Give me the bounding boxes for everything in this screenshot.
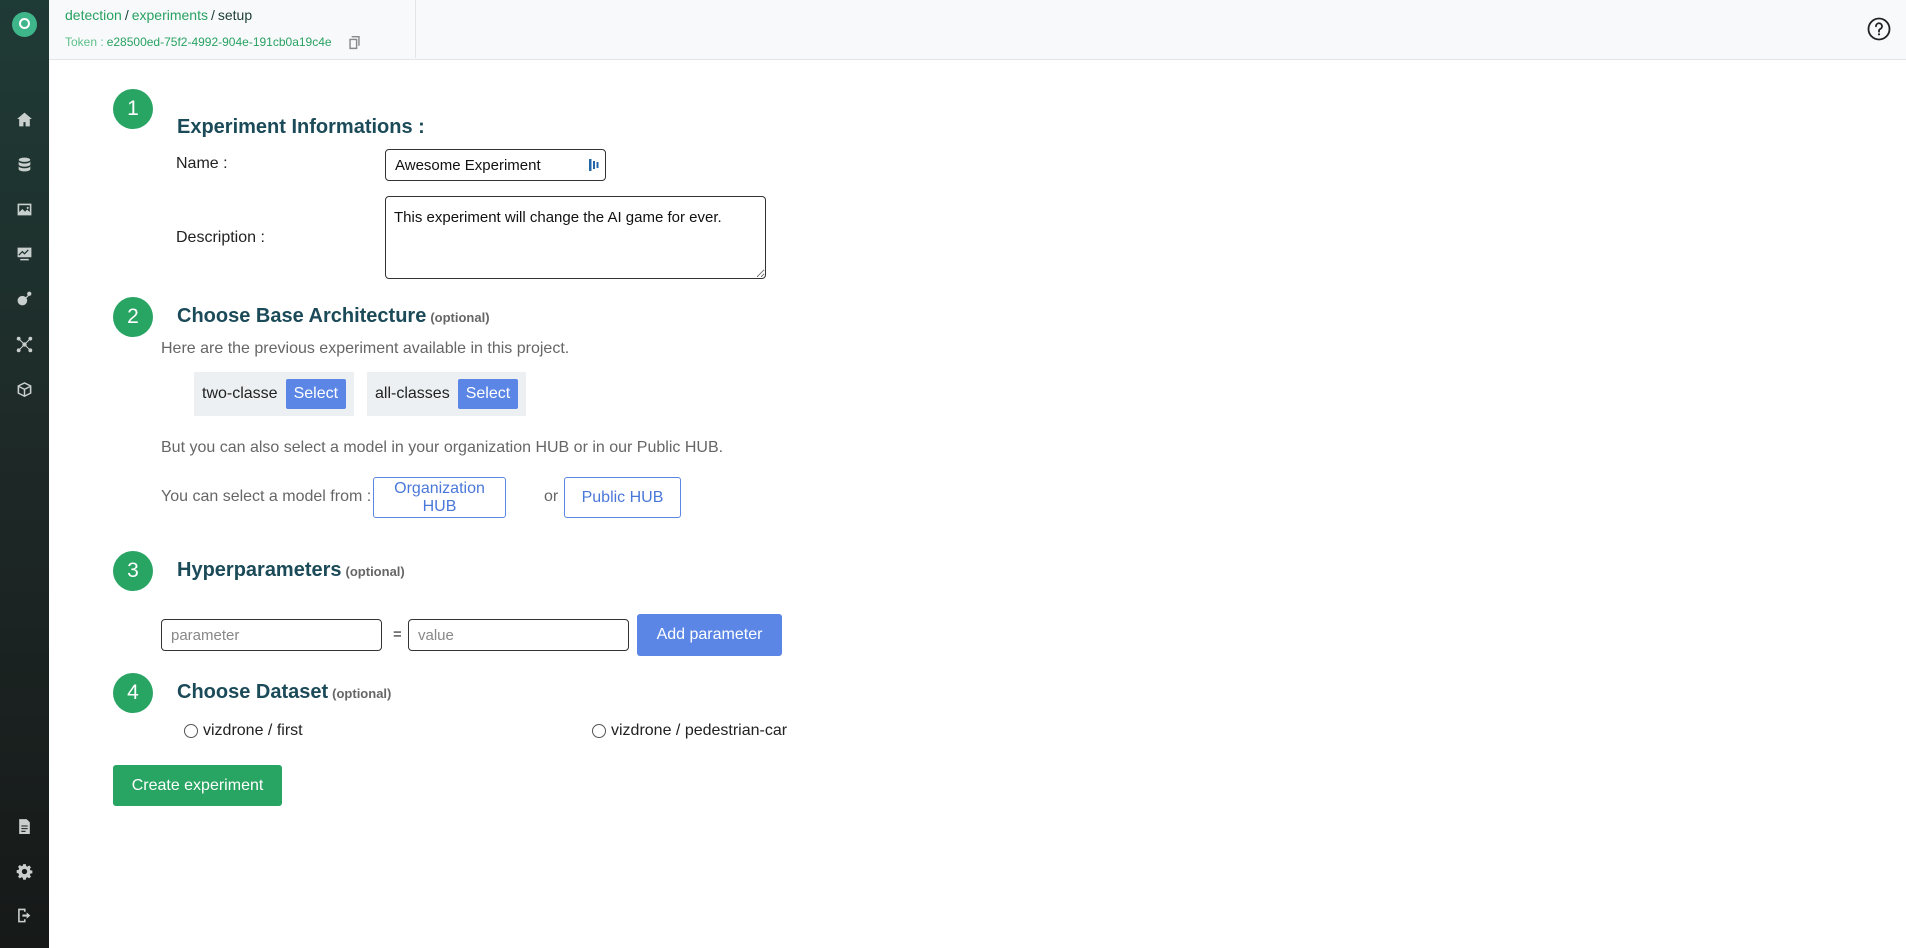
experiment-name: all-classes [375,385,450,402]
breadcrumb-separator: / [210,7,215,23]
optional-tag: (optional) [332,686,392,701]
create-experiment-button[interactable]: Create experiment [113,765,282,806]
hub-info-text: But you can also select a model in your … [161,439,724,456]
breadcrumb-link-detection[interactable]: detection [65,7,122,23]
organization-hub-button[interactable]: Organization HUB [373,477,506,518]
help-icon[interactable] [1867,17,1891,41]
password-manager-icon[interactable] [589,158,601,172]
add-parameter-button[interactable]: Add parameter [637,614,782,656]
equals-sign: = [393,626,402,643]
optional-tag: (optional) [430,310,490,325]
dataset-label: vizdrone / first [203,722,303,739]
network-icon[interactable] [16,336,33,353]
sidebar [0,0,49,948]
name-input[interactable] [385,149,606,181]
copy-icon[interactable] [347,34,363,50]
step-title-text: Choose Base Architecture [177,305,427,327]
step-number-1: 1 [113,89,153,129]
token-row: Token : e28500ed-75f2-4992-904e-191cb0a1… [65,34,363,50]
robot-icon[interactable] [16,290,33,307]
description-textarea[interactable]: This experiment will change the AI game … [385,196,766,279]
home-icon[interactable] [16,111,33,128]
experiment-setup-form: 1 Experiment Informations : Name : Descr… [49,61,1906,948]
experiment-option-all-classes: all-classes Select [367,372,527,416]
select-experiment-button[interactable]: Select [457,379,519,409]
parameter-name-input[interactable] [161,619,382,651]
experiment-option-two-classe: two-classe Select [194,372,355,416]
document-icon[interactable] [16,818,33,835]
image-icon[interactable] [16,201,33,218]
step-number-2: 2 [113,297,153,337]
database-icon[interactable] [16,156,33,173]
app-logo[interactable] [12,12,37,37]
breadcrumb-separator: / [124,7,129,23]
step-title-text: Hyperparameters [177,559,342,581]
public-hub-button[interactable]: Public HUB [564,477,681,518]
step-title-dataset: Choose Dataset (optional) [177,681,391,704]
breadcrumb-link-experiments[interactable]: experiments [132,7,208,23]
description-label: Description : [176,229,265,246]
step-title-hyperparameters: Hyperparameters (optional) [177,559,405,582]
optional-tag: (optional) [345,564,405,579]
parameter-value-input[interactable] [408,619,629,651]
radio-button[interactable] [184,724,198,738]
chart-icon[interactable] [16,245,33,262]
logout-icon[interactable] [16,907,33,924]
token-value: e28500ed-75f2-4992-904e-191cb0a19c4e [106,35,332,49]
gear-icon[interactable] [16,863,33,880]
breadcrumb: detection / experiments / setup [65,7,252,23]
breadcrumb-current: setup [217,7,253,23]
step-number-3: 3 [113,551,153,591]
radio-button[interactable] [592,724,606,738]
architecture-intro: Here are the previous experiment availab… [161,340,570,357]
step-title-architecture: Choose Base Architecture (optional) [177,305,490,328]
step-title-text: Experiment Informations : [177,116,425,138]
dataset-label: vizdrone / pedestrian-car [611,722,788,739]
select-experiment-button[interactable]: Select [285,379,347,409]
dataset-option-pedestrian-car[interactable]: vizdrone / pedestrian-car [592,722,787,740]
select-from-label: You can select a model from : [161,488,372,505]
experiment-name: two-classe [202,385,278,402]
dataset-option-first[interactable]: vizdrone / first [184,722,303,740]
name-label: Name : [176,155,228,172]
token-label: Token : [65,35,104,49]
box-icon[interactable] [16,381,33,398]
top-bar-divider [415,0,416,58]
step-number-4: 4 [113,673,153,713]
step-title-experiment-info: Experiment Informations : [177,116,425,139]
or-label: or [544,488,559,505]
step-title-text: Choose Dataset [177,681,329,703]
top-bar: detection / experiments / setup Token : e285… [49,0,1906,60]
